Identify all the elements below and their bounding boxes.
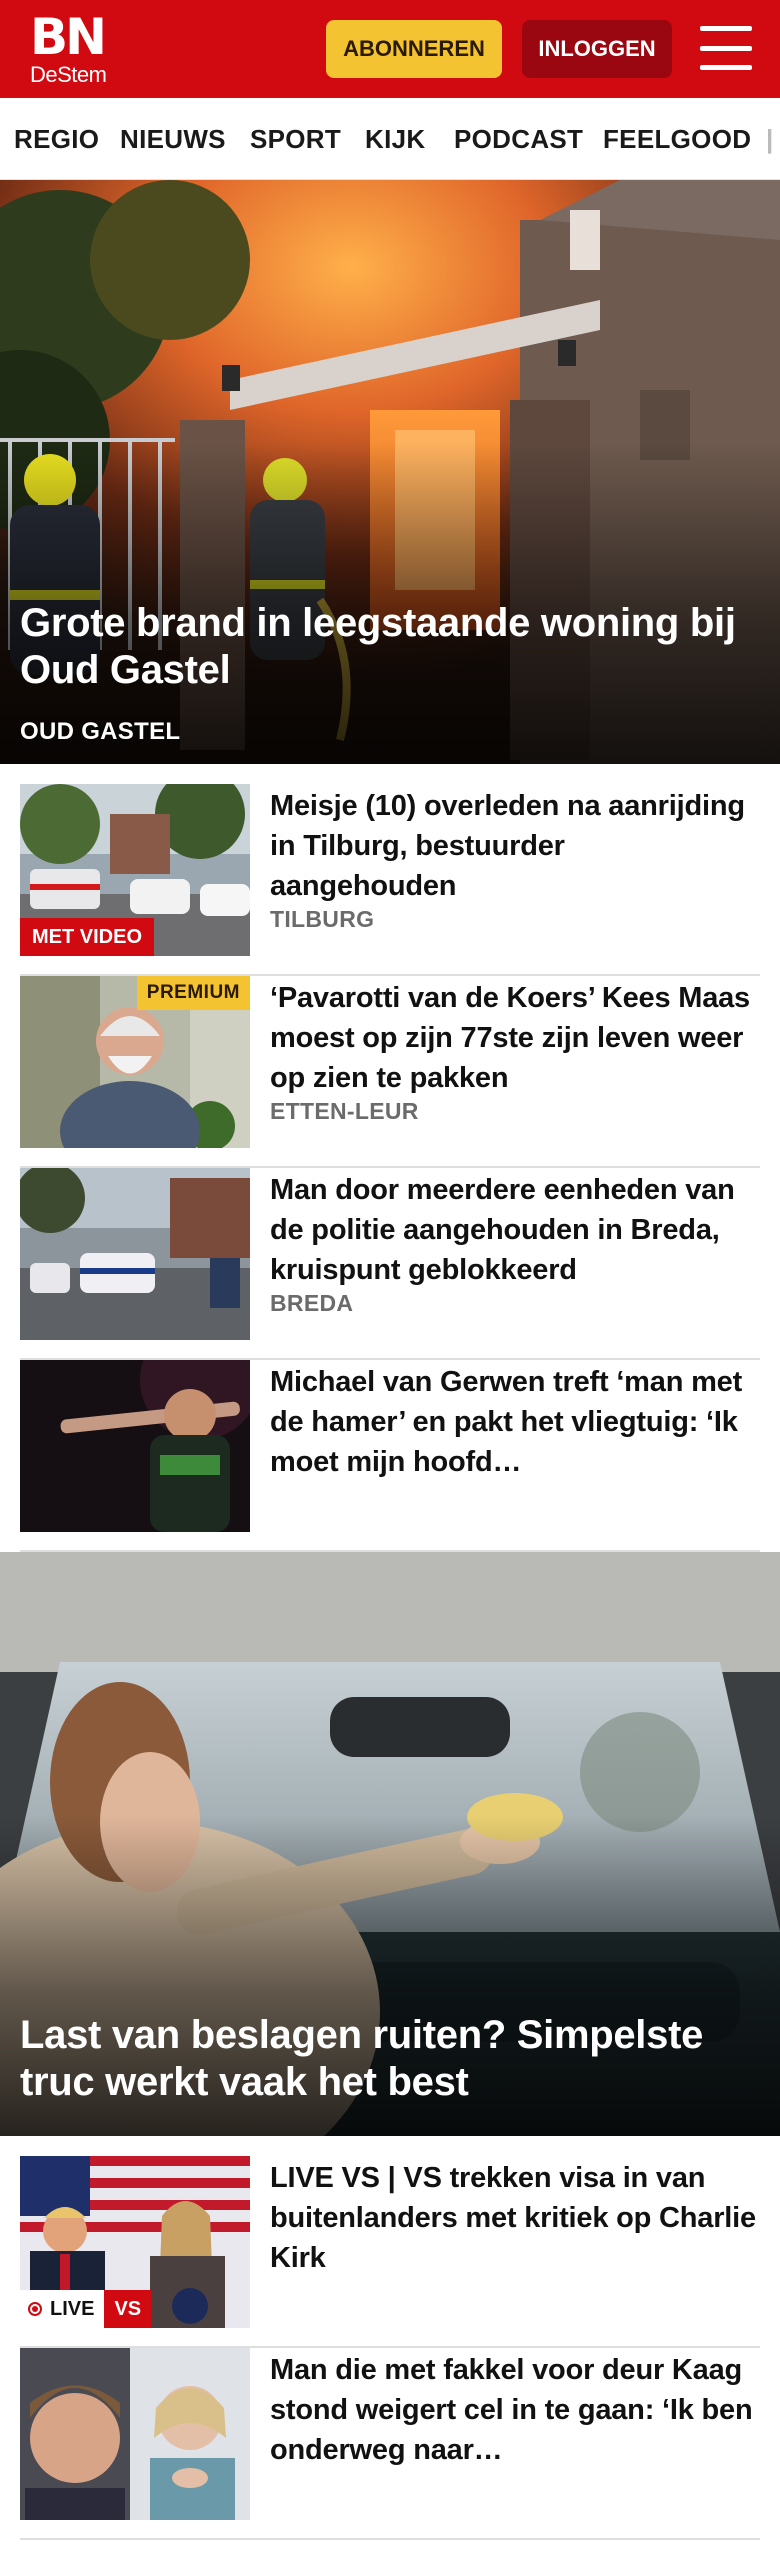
article-item[interactable]: MET VIDEO Meisje (10) overleden na aanri… [20, 784, 760, 976]
accident-scene-emergency-vehicles-photo: MET VIDEO [20, 784, 250, 956]
hero-place: OUD GASTEL [20, 718, 181, 745]
article-item[interactable]: Man door meerdere eenheden van de politi… [20, 1168, 760, 1360]
article-title[interactable]: Man die met fakkel voor deur Kaag stond … [270, 2350, 758, 2470]
logo-main: BN [30, 8, 107, 66]
hero-article[interactable]: Grote brand in leegstaande woning bij Ou… [0, 180, 780, 764]
article-title[interactable]: ‘Pavarotti van de Koers’ Kees Maas moest… [270, 978, 758, 1098]
menu-line [700, 45, 752, 51]
article-title[interactable]: Michael van Gerwen treft ‘man met de ham… [270, 1362, 758, 1482]
nav-overflow-indicator: | [766, 124, 774, 154]
menu-line [700, 65, 752, 70]
menu-line [700, 26, 752, 31]
section-nav: REGIO NIEUWS SPORT KIJK PODCAST FEELGOOD… [0, 98, 780, 180]
article-title[interactable]: LIVE VS | VS trekken visa in van buitenl… [270, 2158, 758, 2278]
site-logo[interactable]: BN DeStem [30, 12, 120, 88]
article-place: TILBURG [270, 906, 375, 932]
nav-item-feelgood[interactable]: FEELGOOD [603, 98, 751, 179]
hamburger-menu-icon[interactable] [700, 26, 752, 70]
feature-article[interactable]: Last van beslagen ruiten? Simpelste truc… [0, 1552, 780, 2136]
login-button[interactable]: INLOGGEN [522, 20, 672, 78]
live-label: LIVE [20, 2290, 105, 2328]
article-title[interactable]: Man door meerdere eenheden van de politi… [270, 1170, 758, 1290]
logo-sub: DeStem [30, 62, 107, 87]
police-cars-intersection-photo [20, 1168, 250, 1340]
nav-item-kijk[interactable]: KIJK [365, 98, 425, 179]
nav-item-regio[interactable]: REGIO [14, 98, 99, 179]
premium-badge: PREMIUM [136, 976, 250, 1010]
nav-item-sport[interactable]: SPORT [250, 98, 341, 179]
nav-item-podcast[interactable]: PODCAST [454, 98, 583, 179]
topic-tag: VS [104, 2290, 152, 2328]
top-bar: BN DeStem ABONNEREN INLOGGEN [0, 0, 780, 98]
article-item[interactable]: PREMIUM ‘Pavarotti van de Koers’ Kees Ma… [20, 976, 760, 1168]
article-title[interactable]: Meisje (10) overleden na aanrijding in T… [270, 786, 758, 906]
darts-player-photo [20, 1360, 250, 1532]
two-portraits-photo [20, 2348, 250, 2520]
press-conference-flags-photo: LIVE VS [20, 2156, 250, 2328]
article-item[interactable]: Man die met fakkel voor deur Kaag stond … [20, 2348, 760, 2540]
article-item[interactable]: Michael van Gerwen treft ‘man met de ham… [20, 1360, 760, 1552]
nav-item-nieuws[interactable]: NIEUWS [120, 98, 226, 179]
feature-headline[interactable]: Last van beslagen ruiten? Simpelste truc… [20, 2012, 760, 2106]
video-badge: MET VIDEO [20, 918, 155, 956]
live-dot-icon [28, 2302, 42, 2316]
hero-headline[interactable]: Grote brand in leegstaande woning bij Ou… [20, 600, 760, 694]
article-place: ETTEN-LEUR [270, 1098, 419, 1124]
live-badge: LIVE VS [20, 2290, 152, 2328]
article-place: BREDA [270, 1290, 354, 1316]
subscribe-button[interactable]: ABONNEREN [326, 20, 502, 78]
live-text: LIVE [50, 2298, 95, 2320]
elderly-man-portrait-photo: PREMIUM [20, 976, 250, 1148]
article-item[interactable]: LIVE VS LIVE VS | VS trekken visa in van… [20, 2156, 760, 2348]
